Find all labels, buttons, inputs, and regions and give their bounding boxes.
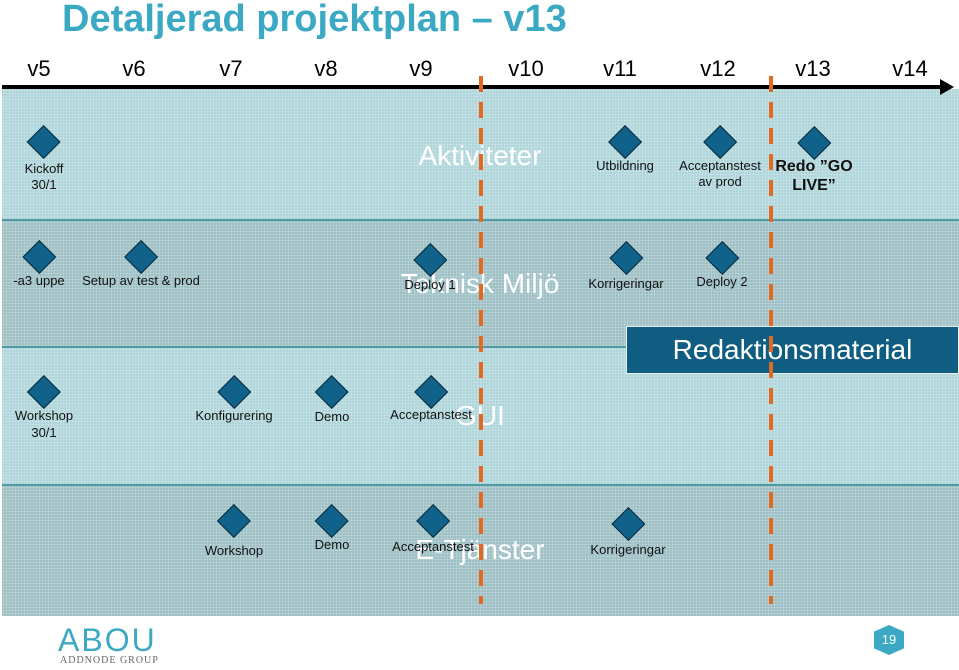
diamond-icon (124, 240, 158, 274)
redaktionsmaterial-box: Redaktionsmaterial (626, 326, 959, 374)
diamond-icon (609, 241, 643, 275)
milestone-label: Kickoff 30/1 (24, 161, 64, 192)
milestone-label: Utbildning (596, 158, 654, 173)
milestone: Acceptanstest (392, 504, 474, 555)
milestone-label: Workshop 30/1 (14, 408, 74, 440)
milestone-label: Demo (314, 409, 350, 424)
diamond-icon (27, 125, 61, 159)
milestone: Demo (314, 375, 350, 425)
diamond-icon (27, 375, 61, 409)
milestone: Redo ”GO LIVE” (775, 126, 853, 195)
diamond-icon (797, 126, 831, 160)
milestone: Konfigurering (195, 375, 273, 424)
deadline-line (479, 76, 483, 604)
milestone: Kickoff 30/1 (24, 125, 64, 193)
week-label: v13 (795, 56, 831, 81)
milestone: Acceptanstest (390, 375, 472, 423)
diamond-icon (705, 241, 739, 275)
milestone: Utbildning (596, 125, 654, 174)
milestone: Deploy 1 (404, 243, 456, 293)
week-label: v5 (27, 56, 51, 81)
milestone: Workshop 30/1 (14, 375, 74, 441)
diamond-icon (611, 507, 645, 541)
week-label: v9 (409, 56, 433, 81)
company-logo: ABOU (58, 622, 157, 658)
milestone-label: Redo ”GO LIVE” (775, 158, 853, 194)
diamond-icon (413, 243, 447, 277)
milestone: Deploy 2 (696, 241, 748, 290)
week-label: v14 (892, 56, 928, 81)
milestone: Workshop (204, 504, 264, 559)
milestone: Korrigeringar (590, 507, 666, 558)
milestone: Setup av test & prod (82, 240, 200, 289)
diamond-icon (315, 504, 349, 538)
diamond-icon (217, 375, 251, 409)
week-label: v12 (700, 56, 736, 81)
timeline-axis (2, 85, 946, 89)
milestone-label: Deploy 2 (696, 274, 748, 289)
diamond-icon (416, 504, 450, 538)
milestone-label: Setup av test & prod (82, 273, 200, 288)
page-number-badge: 19 (874, 625, 904, 655)
milestone-label: Acceptanstest (392, 539, 474, 554)
week-label: v7 (219, 56, 243, 81)
diamond-icon (608, 125, 642, 159)
deadline-line (769, 76, 773, 604)
diamond-icon (414, 375, 448, 409)
page-title: Detaljerad projektplan – v13 (62, 0, 567, 40)
week-label: v6 (122, 56, 146, 81)
week-label: v10 (508, 56, 544, 81)
week-label: v8 (314, 56, 338, 81)
diamond-icon (703, 125, 737, 159)
company-logo-subtitle: ADDNODE GROUP (60, 655, 159, 666)
milestone-label: Acceptanstest av prod (679, 158, 761, 189)
week-label: v11 (603, 56, 637, 81)
milestone-label: Deploy 1 (404, 277, 456, 292)
milestone-label: Korrigeringar (588, 276, 664, 291)
milestone-label: Demo (314, 537, 350, 552)
milestone-label: Workshop (204, 543, 264, 558)
diamond-icon (22, 240, 56, 274)
diamond-icon (217, 504, 251, 538)
diamond-icon (315, 375, 349, 409)
milestone: -a3 uppe (13, 240, 65, 289)
milestone-label: Korrigeringar (590, 542, 666, 557)
milestone: Demo (314, 504, 350, 553)
milestone: Korrigeringar (588, 241, 664, 292)
milestone-label: Konfigurering (195, 408, 273, 423)
milestone: Acceptanstest av prod (679, 125, 761, 190)
arrow-right-icon (940, 79, 954, 95)
milestone-label: -a3 uppe (13, 273, 65, 288)
